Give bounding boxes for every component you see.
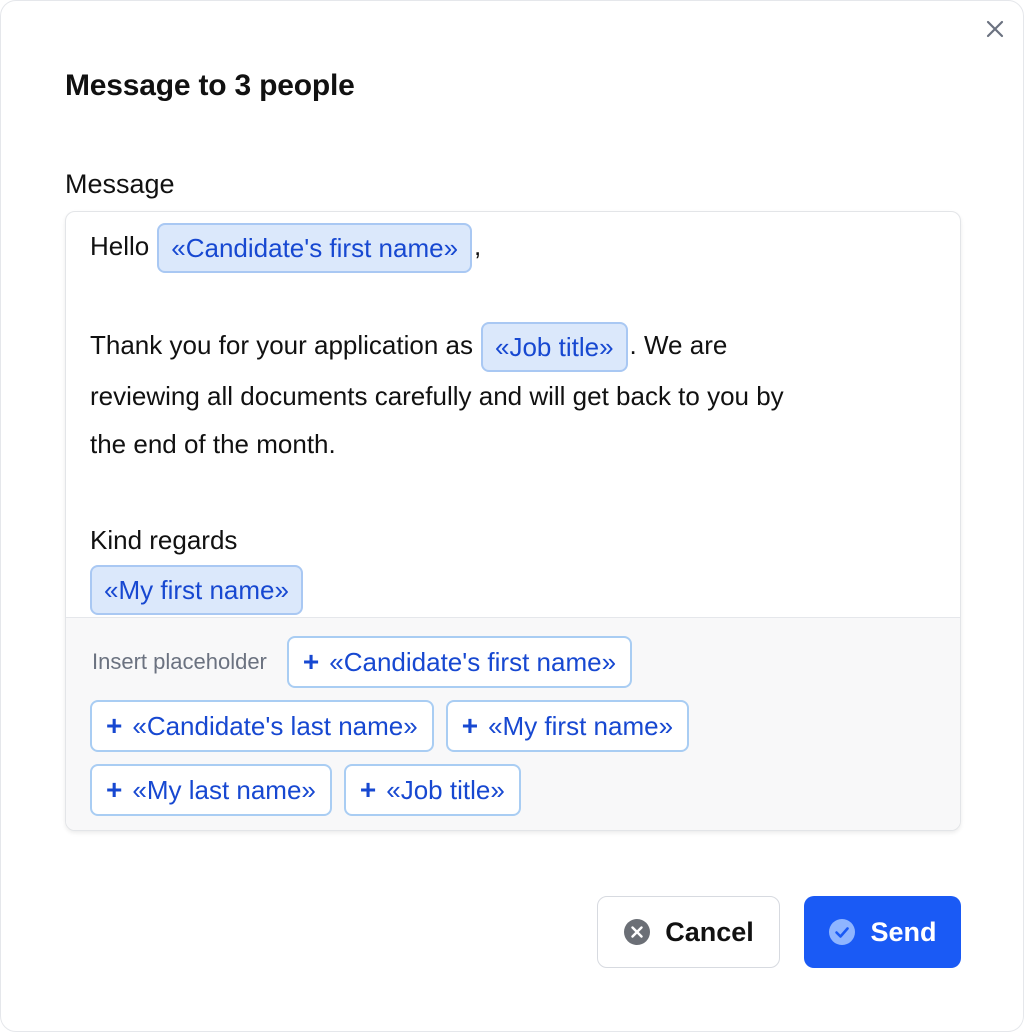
dialog-title: Message to 3 people	[65, 69, 355, 102]
plus-icon: +	[461, 710, 479, 741]
plus-icon: +	[106, 774, 123, 805]
send-label: Send	[870, 916, 937, 947]
body-line-3: the end of the month.	[90, 429, 336, 460]
body-text-after: . We are	[629, 330, 728, 361]
insert-placeholder-label: Insert placeholder	[92, 649, 267, 674]
body-line-2: reviewing all documents carefully and wi…	[90, 381, 784, 412]
greeting-text: Hello	[90, 231, 150, 261]
message-textarea[interactable]: Hello «Candidate's first name», Thank you…	[66, 212, 960, 618]
cancel-label: Cancel	[665, 916, 754, 947]
insert-job-title-button[interactable]: + «Job title»	[343, 764, 521, 816]
plus-icon: +	[359, 774, 377, 805]
placeholder-chip-my-first-name[interactable]: «My first name»	[90, 565, 303, 616]
insert-candidate-last-name-button[interactable]: + «Candidate's last name»	[90, 700, 434, 752]
body-line-1: Thank you for your application as «Job ti…	[90, 321, 936, 373]
placeholder-toolbar: Insert placeholder + «Candidate's first n…	[66, 617, 960, 830]
greeting-suffix: ,	[474, 231, 482, 261]
placeholder-chip-job-title[interactable]: «Job title»	[481, 322, 628, 373]
message-editor: Hello «Candidate's first name», Thank you…	[65, 211, 961, 831]
close-button[interactable]	[981, 15, 1009, 43]
check-circle-icon	[828, 918, 856, 946]
closing-line: Kind regards	[90, 525, 238, 556]
send-button[interactable]: Send	[804, 896, 961, 968]
message-label: Message	[65, 169, 175, 199]
insert-my-last-name-button[interactable]: + «My last name»	[90, 764, 332, 816]
x-circle-icon	[623, 918, 651, 946]
signature-line: «My first name»	[90, 564, 936, 616]
insert-candidate-first-name-button[interactable]: + «Candidate's first name»	[286, 636, 633, 688]
greeting-line: Hello «Candidate's first name»,	[90, 222, 936, 274]
body-text-before: Thank you for your application as	[90, 330, 473, 361]
close-icon	[986, 20, 1004, 38]
message-dialog: Message to 3 people Message Hello «Candid…	[0, 0, 1024, 1032]
placeholder-chip-candidate-first-name[interactable]: «Candidate's first name»	[157, 223, 473, 274]
insert-my-first-name-button[interactable]: + «My first name»	[445, 700, 690, 752]
plus-icon: +	[302, 646, 320, 677]
plus-icon: +	[106, 710, 123, 741]
cancel-button[interactable]: Cancel	[597, 896, 780, 968]
